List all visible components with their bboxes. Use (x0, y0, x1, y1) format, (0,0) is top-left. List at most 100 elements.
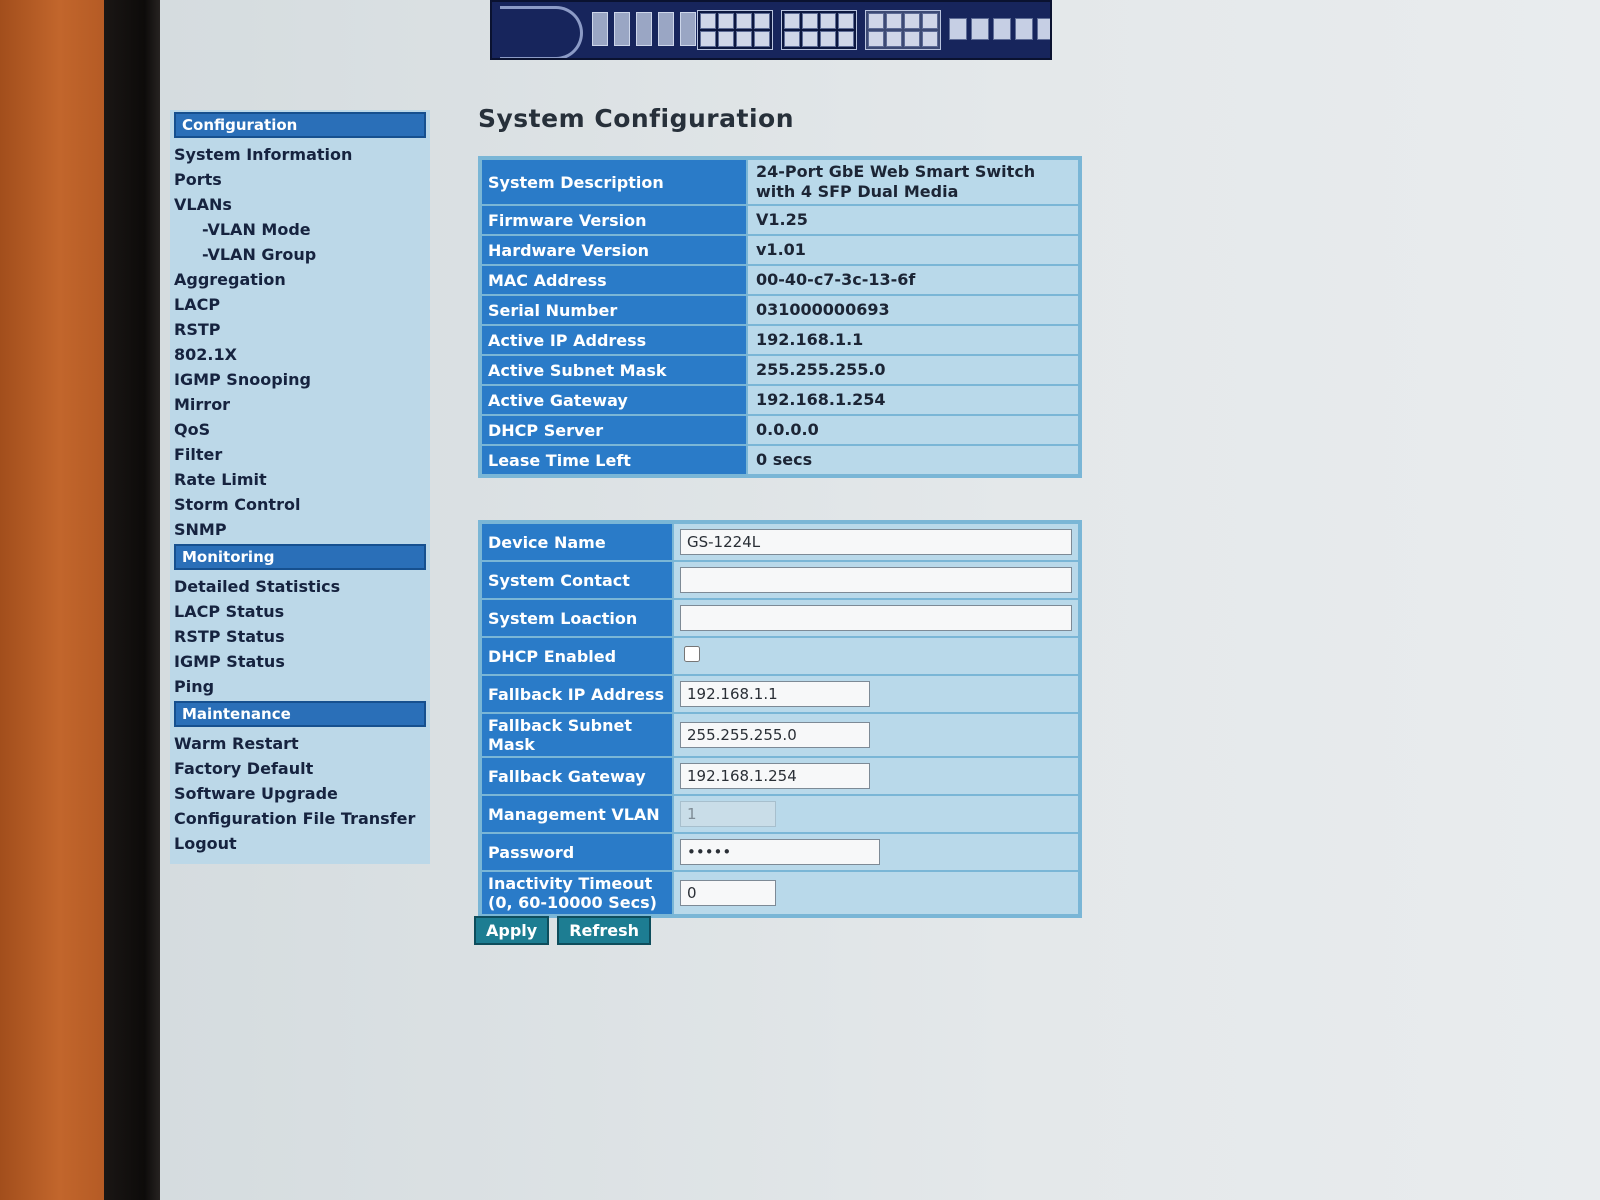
nav-item-vlan-group[interactable]: -VLAN Group (170, 242, 430, 267)
table-row: Management VLAN (482, 796, 1078, 832)
table-row: System Contact (482, 562, 1078, 598)
fallback-gateway-input[interactable] (680, 763, 870, 789)
table-row: Active Gateway 192.168.1.254 (482, 386, 1078, 414)
info-label: Active Gateway (482, 386, 746, 414)
info-label: System Description (482, 160, 746, 204)
nav-header-maintenance: Maintenance (174, 701, 426, 727)
info-label: Active IP Address (482, 326, 746, 354)
table-row: Inactivity Timeout (0, 60-10000 Secs) (482, 872, 1078, 914)
info-value: V1.25 (748, 206, 1078, 234)
sidebar-nav: Configuration System Information Ports V… (170, 110, 430, 864)
table-row: Active IP Address 192.168.1.1 (482, 326, 1078, 354)
inactivity-timeout-label: Inactivity Timeout (0, 60-10000 Secs) (482, 872, 672, 914)
nav-item-8021x[interactable]: 802.1X (170, 342, 430, 367)
nav-item-vlans[interactable]: VLANs (170, 192, 430, 217)
fallback-mask-input[interactable] (680, 722, 870, 748)
nav-item-vlan-mode[interactable]: -VLAN Mode (170, 217, 430, 242)
system-contact-input[interactable] (680, 567, 1072, 593)
nav-item-rate-limit[interactable]: Rate Limit (170, 467, 430, 492)
fallback-ip-label: Fallback IP Address (482, 676, 672, 712)
nav-item-lacp[interactable]: LACP (170, 292, 430, 317)
management-vlan-input (680, 801, 776, 827)
table-row: Serial Number 031000000693 (482, 296, 1078, 324)
info-value: 255.255.255.0 (748, 356, 1078, 384)
table-row: DHCP Enabled (482, 638, 1078, 674)
nav-item-rstp[interactable]: RSTP (170, 317, 430, 342)
device-name-input[interactable] (680, 529, 1072, 555)
info-value: 192.168.1.1 (748, 326, 1078, 354)
page-title: System Configuration (478, 104, 794, 133)
info-value: 031000000693 (748, 296, 1078, 324)
nav-item-igmp-status[interactable]: IGMP Status (170, 649, 430, 674)
nav-item-ports[interactable]: Ports (170, 167, 430, 192)
nav-item-lacp-status[interactable]: LACP Status (170, 599, 430, 624)
fallback-ip-input[interactable] (680, 681, 870, 707)
nav-item-detailed-statistics[interactable]: Detailed Statistics (170, 574, 430, 599)
nav-item-factory-default[interactable]: Factory Default (170, 756, 430, 781)
password-label: Password (482, 834, 672, 870)
nav-header-configuration: Configuration (174, 112, 426, 138)
apply-button[interactable]: Apply (474, 916, 550, 945)
switch-banner-image (490, 0, 1052, 60)
info-label: Firmware Version (482, 206, 746, 234)
info-label: DHCP Server (482, 416, 746, 444)
info-value: 0 secs (748, 446, 1078, 474)
table-row: Firmware Version V1.25 (482, 206, 1078, 234)
monitor-bezel (104, 0, 162, 1200)
info-value: 0.0.0.0 (748, 416, 1078, 444)
table-row: MAC Address 00-40-c7-3c-13-6f (482, 266, 1078, 294)
nav-item-logout[interactable]: Logout (170, 831, 430, 856)
nav-item-ping[interactable]: Ping (170, 674, 430, 699)
info-label: Hardware Version (482, 236, 746, 264)
info-value: 24-Port GbE Web Smart Switch with 4 SFP … (748, 160, 1078, 204)
refresh-button[interactable]: Refresh (557, 916, 651, 945)
form-actions: Apply Refresh (474, 916, 651, 945)
background-wall (0, 0, 108, 1200)
table-row: Password (482, 834, 1078, 870)
dhcp-enabled-label: DHCP Enabled (482, 638, 672, 674)
system-info-table: System Description 24-Port GbE Web Smart… (478, 156, 1082, 478)
nav-item-config-file-transfer[interactable]: Configuration File Transfer (170, 806, 430, 831)
table-row: Fallback IP Address (482, 676, 1078, 712)
info-label: MAC Address (482, 266, 746, 294)
info-label: Active Subnet Mask (482, 356, 746, 384)
table-row: Active Subnet Mask 255.255.255.0 (482, 356, 1078, 384)
management-vlan-label: Management VLAN (482, 796, 672, 832)
info-value: v1.01 (748, 236, 1078, 264)
nav-item-qos[interactable]: QoS (170, 417, 430, 442)
inactivity-timeout-input[interactable] (680, 880, 776, 906)
system-config-form: Device Name System Contact System Loacti… (478, 520, 1082, 918)
nav-item-snmp[interactable]: SNMP (170, 517, 430, 542)
table-row: System Loaction (482, 600, 1078, 636)
fallback-mask-label: Fallback Subnet Mask (482, 714, 672, 756)
nav-item-storm-control[interactable]: Storm Control (170, 492, 430, 517)
nav-item-aggregation[interactable]: Aggregation (170, 267, 430, 292)
status-led-icons (592, 12, 696, 46)
password-input[interactable] (680, 839, 880, 865)
system-contact-label: System Contact (482, 562, 672, 598)
table-row: Device Name (482, 524, 1078, 560)
table-row: Lease Time Left 0 secs (482, 446, 1078, 474)
nav-item-filter[interactable]: Filter (170, 442, 430, 467)
brand-logo-icon (500, 6, 583, 58)
nav-header-monitoring: Monitoring (174, 544, 426, 570)
table-row: Hardware Version v1.01 (482, 236, 1078, 264)
device-name-label: Device Name (482, 524, 672, 560)
nav-item-system-information[interactable]: System Information (170, 142, 430, 167)
nav-item-software-upgrade[interactable]: Software Upgrade (170, 781, 430, 806)
nav-item-warm-restart[interactable]: Warm Restart (170, 731, 430, 756)
nav-item-rstp-status[interactable]: RSTP Status (170, 624, 430, 649)
nav-item-igmp-snooping[interactable]: IGMP Snooping (170, 367, 430, 392)
info-label: Lease Time Left (482, 446, 746, 474)
table-row: System Description 24-Port GbE Web Smart… (482, 160, 1078, 204)
info-value: 00-40-c7-3c-13-6f (748, 266, 1078, 294)
info-value: 192.168.1.254 (748, 386, 1078, 414)
table-row: DHCP Server 0.0.0.0 (482, 416, 1078, 444)
system-location-input[interactable] (680, 605, 1072, 631)
info-label: Serial Number (482, 296, 746, 324)
fallback-gateway-label: Fallback Gateway (482, 758, 672, 794)
table-row: Fallback Subnet Mask (482, 714, 1078, 756)
port-panel-icon (697, 10, 1050, 50)
dhcp-enabled-checkbox[interactable] (684, 646, 700, 662)
nav-item-mirror[interactable]: Mirror (170, 392, 430, 417)
